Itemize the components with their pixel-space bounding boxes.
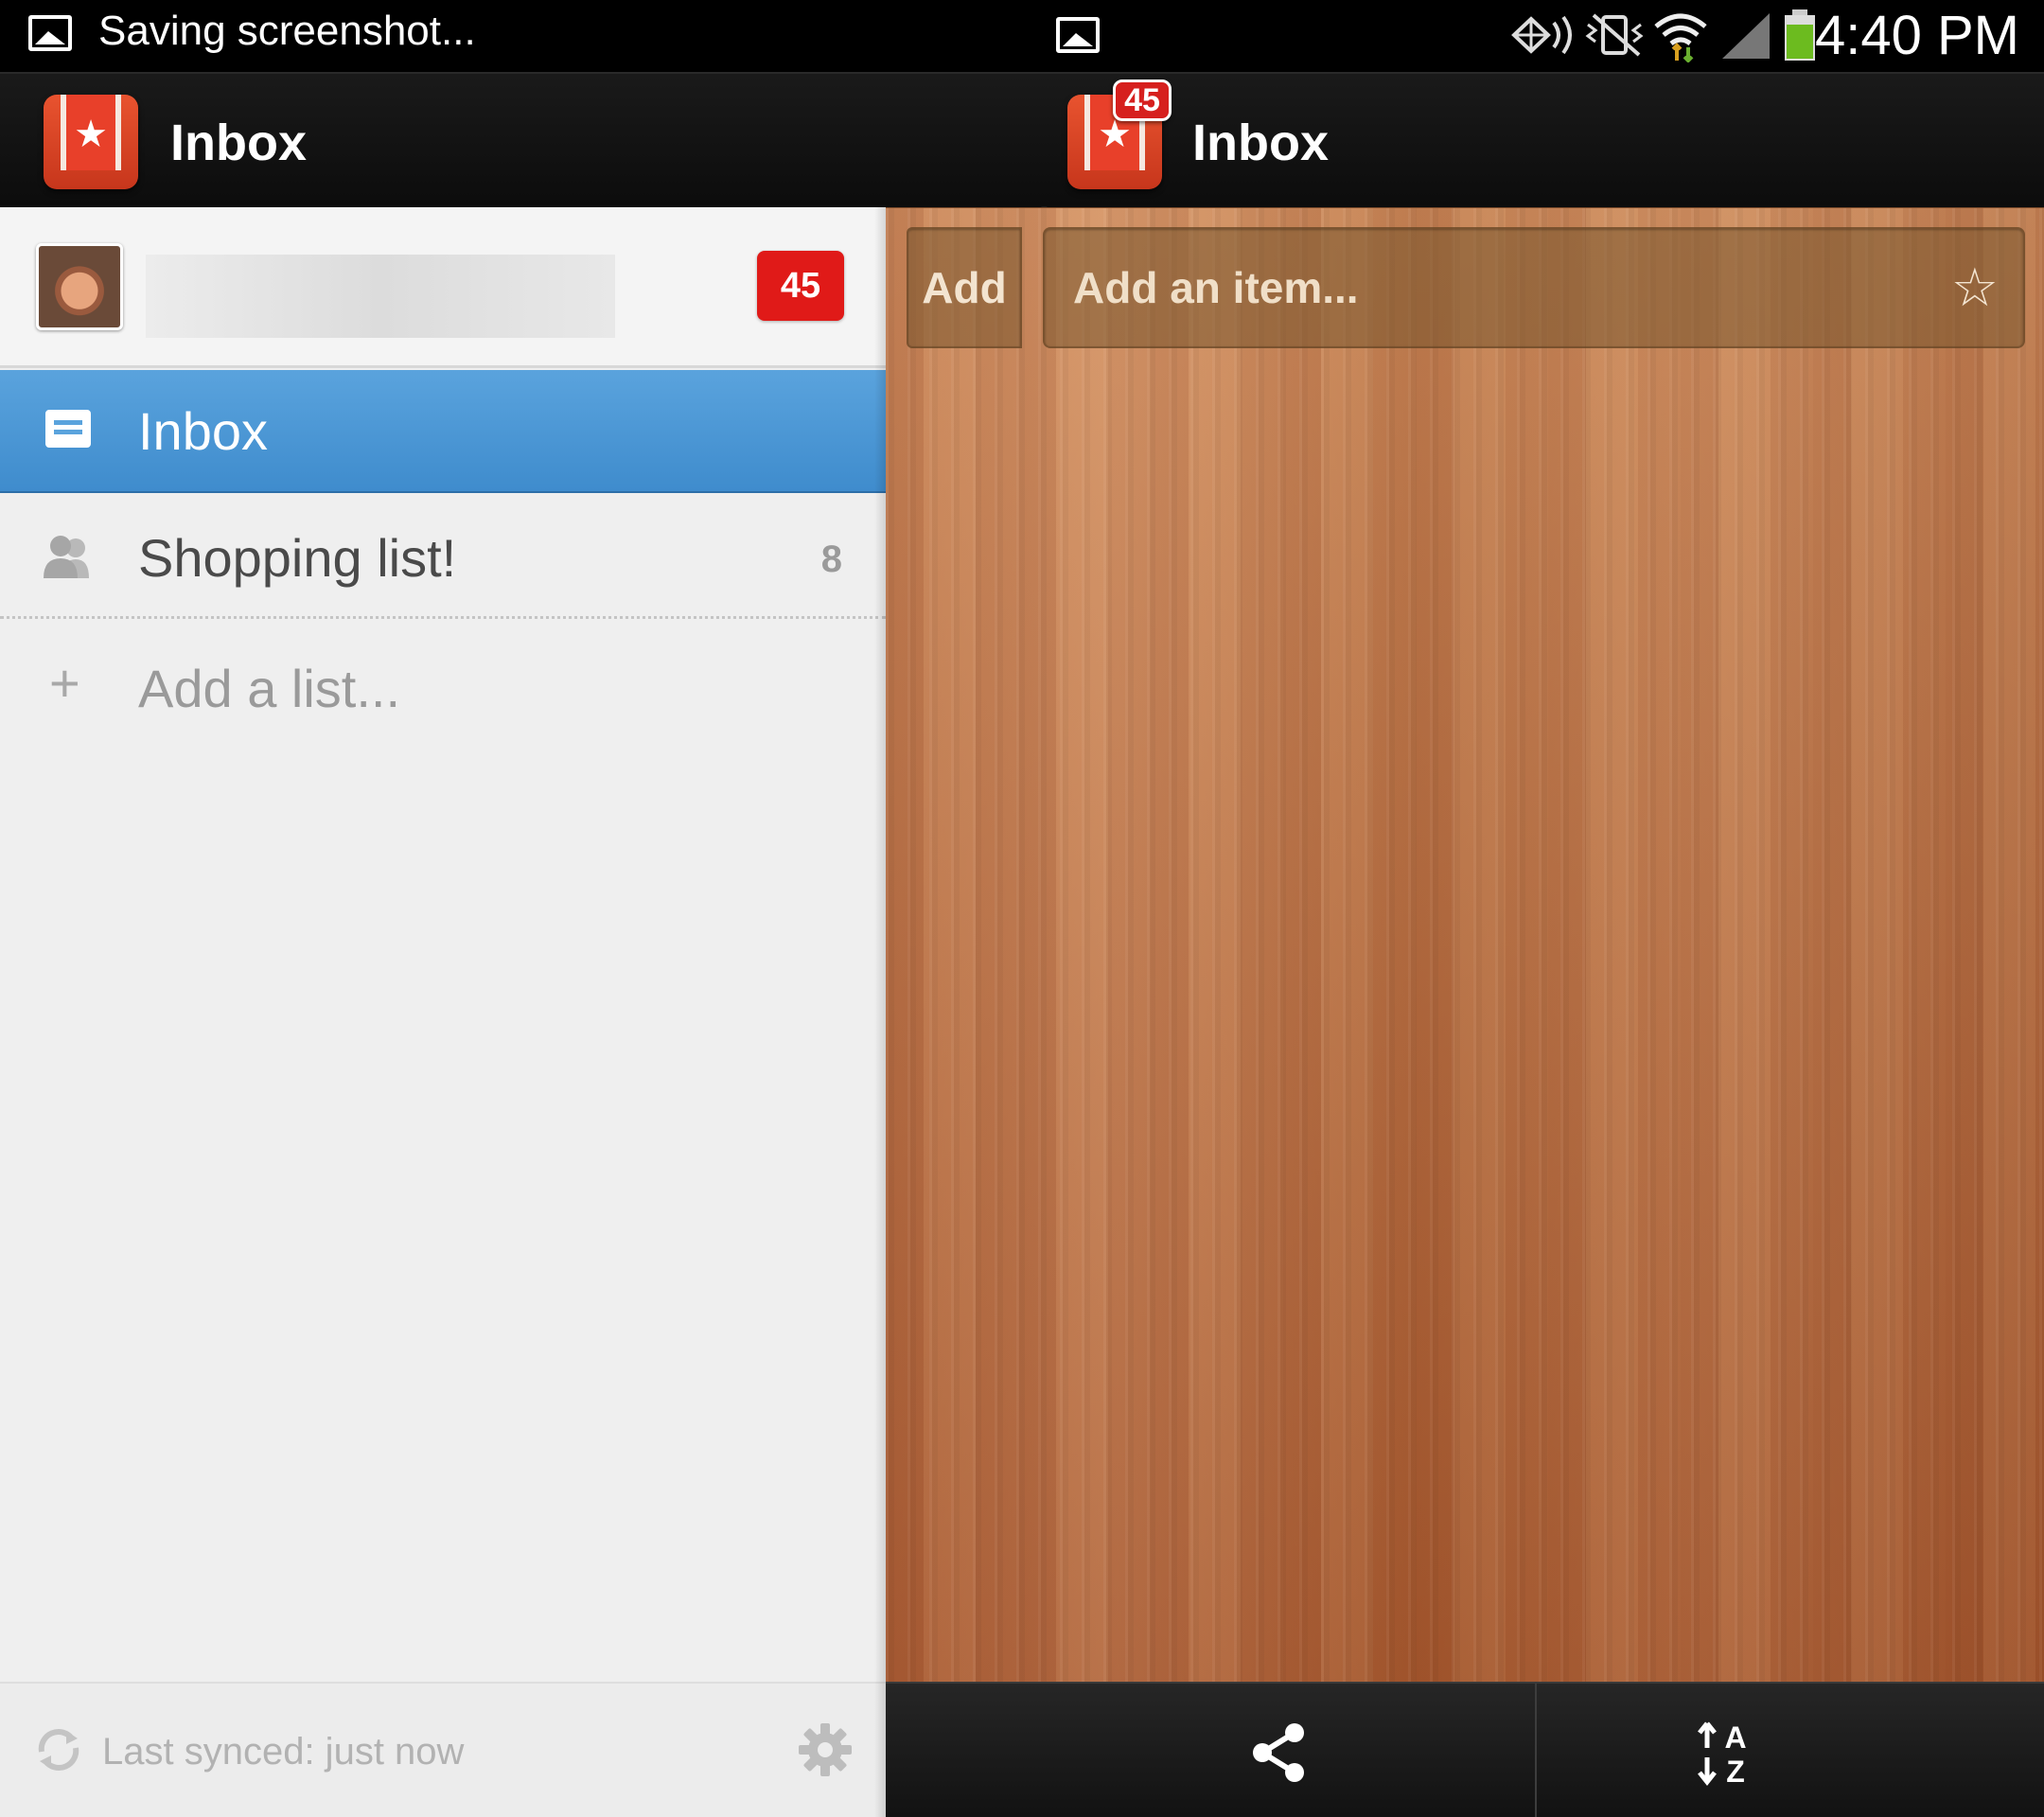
star-icon: ★ [74, 114, 108, 155]
star-icon: ★ [1098, 114, 1132, 155]
task-list-panel: Add ☆ [886, 207, 2044, 1682]
add-list-placeholder: Add a list... [138, 659, 401, 718]
nfc-icon [1511, 15, 1572, 55]
sync-status-text: Last synced: just now [102, 1731, 465, 1773]
status-notification-text: Saving screenshot... [98, 8, 476, 54]
signal-icon [1722, 13, 1770, 59]
svg-text:Z: Z [1726, 1755, 1745, 1786]
status-bar: Saving screenshot... 4:40 PM [0, 0, 2044, 70]
action-bar: ★ Inbox ‹ ★ Inbox [0, 72, 2044, 239]
bottom-toolbar: A Z [886, 1682, 2044, 1817]
status-time: 4:40 PM [1815, 5, 2019, 66]
header-count-badge: 45 [1113, 79, 1172, 121]
account-count-badge: 45 [757, 251, 844, 321]
svg-text:A: A [1724, 1720, 1746, 1755]
sync-icon[interactable] [32, 1723, 85, 1776]
add-list-input[interactable]: + Add a list... [0, 622, 886, 745]
gallery-icon [1056, 17, 1100, 53]
sidebar-item-shopping-list[interactable]: Shopping list! 8 [0, 493, 886, 619]
account-name-redacted [146, 255, 615, 338]
sidebar: 45 Inbox Shopping list! 8 + Add a list..… [0, 207, 886, 1817]
shared-users-icon [44, 536, 89, 578]
share-button[interactable] [886, 1684, 1535, 1817]
sidebar-item-label: Shopping list! [138, 528, 457, 588]
vibrate-icon [1585, 13, 1644, 57]
account-row[interactable]: 45 [0, 207, 886, 368]
gallery-icon [28, 15, 72, 51]
plus-icon: + [49, 653, 80, 713]
battery-icon [1785, 9, 1815, 61]
app-logo[interactable]: ★ [44, 95, 138, 189]
sidebar-item-label: Inbox [138, 401, 268, 461]
inbox-tray-icon [45, 410, 91, 448]
gear-icon[interactable] [797, 1721, 854, 1778]
sort-button[interactable]: A Z [1537, 1684, 2044, 1817]
add-item-field[interactable]: ☆ [1043, 227, 2025, 348]
avatar[interactable] [36, 243, 123, 330]
sidebar-item-inbox[interactable]: Inbox [0, 370, 886, 493]
add-button[interactable]: Add [907, 227, 1022, 348]
sidebar-footer: Last synced: just now [0, 1682, 886, 1817]
page-title: Inbox [1192, 115, 1329, 171]
sidebar-title: Inbox [170, 115, 307, 171]
wifi-icon [1654, 13, 1707, 62]
add-item-input[interactable] [1045, 229, 1934, 346]
sort-alpha-icon: A Z [1698, 1720, 1747, 1786]
star-icon[interactable]: ☆ [1951, 257, 1999, 318]
list-item-count: 8 [820, 538, 842, 580]
share-icon [1253, 1723, 1304, 1782]
